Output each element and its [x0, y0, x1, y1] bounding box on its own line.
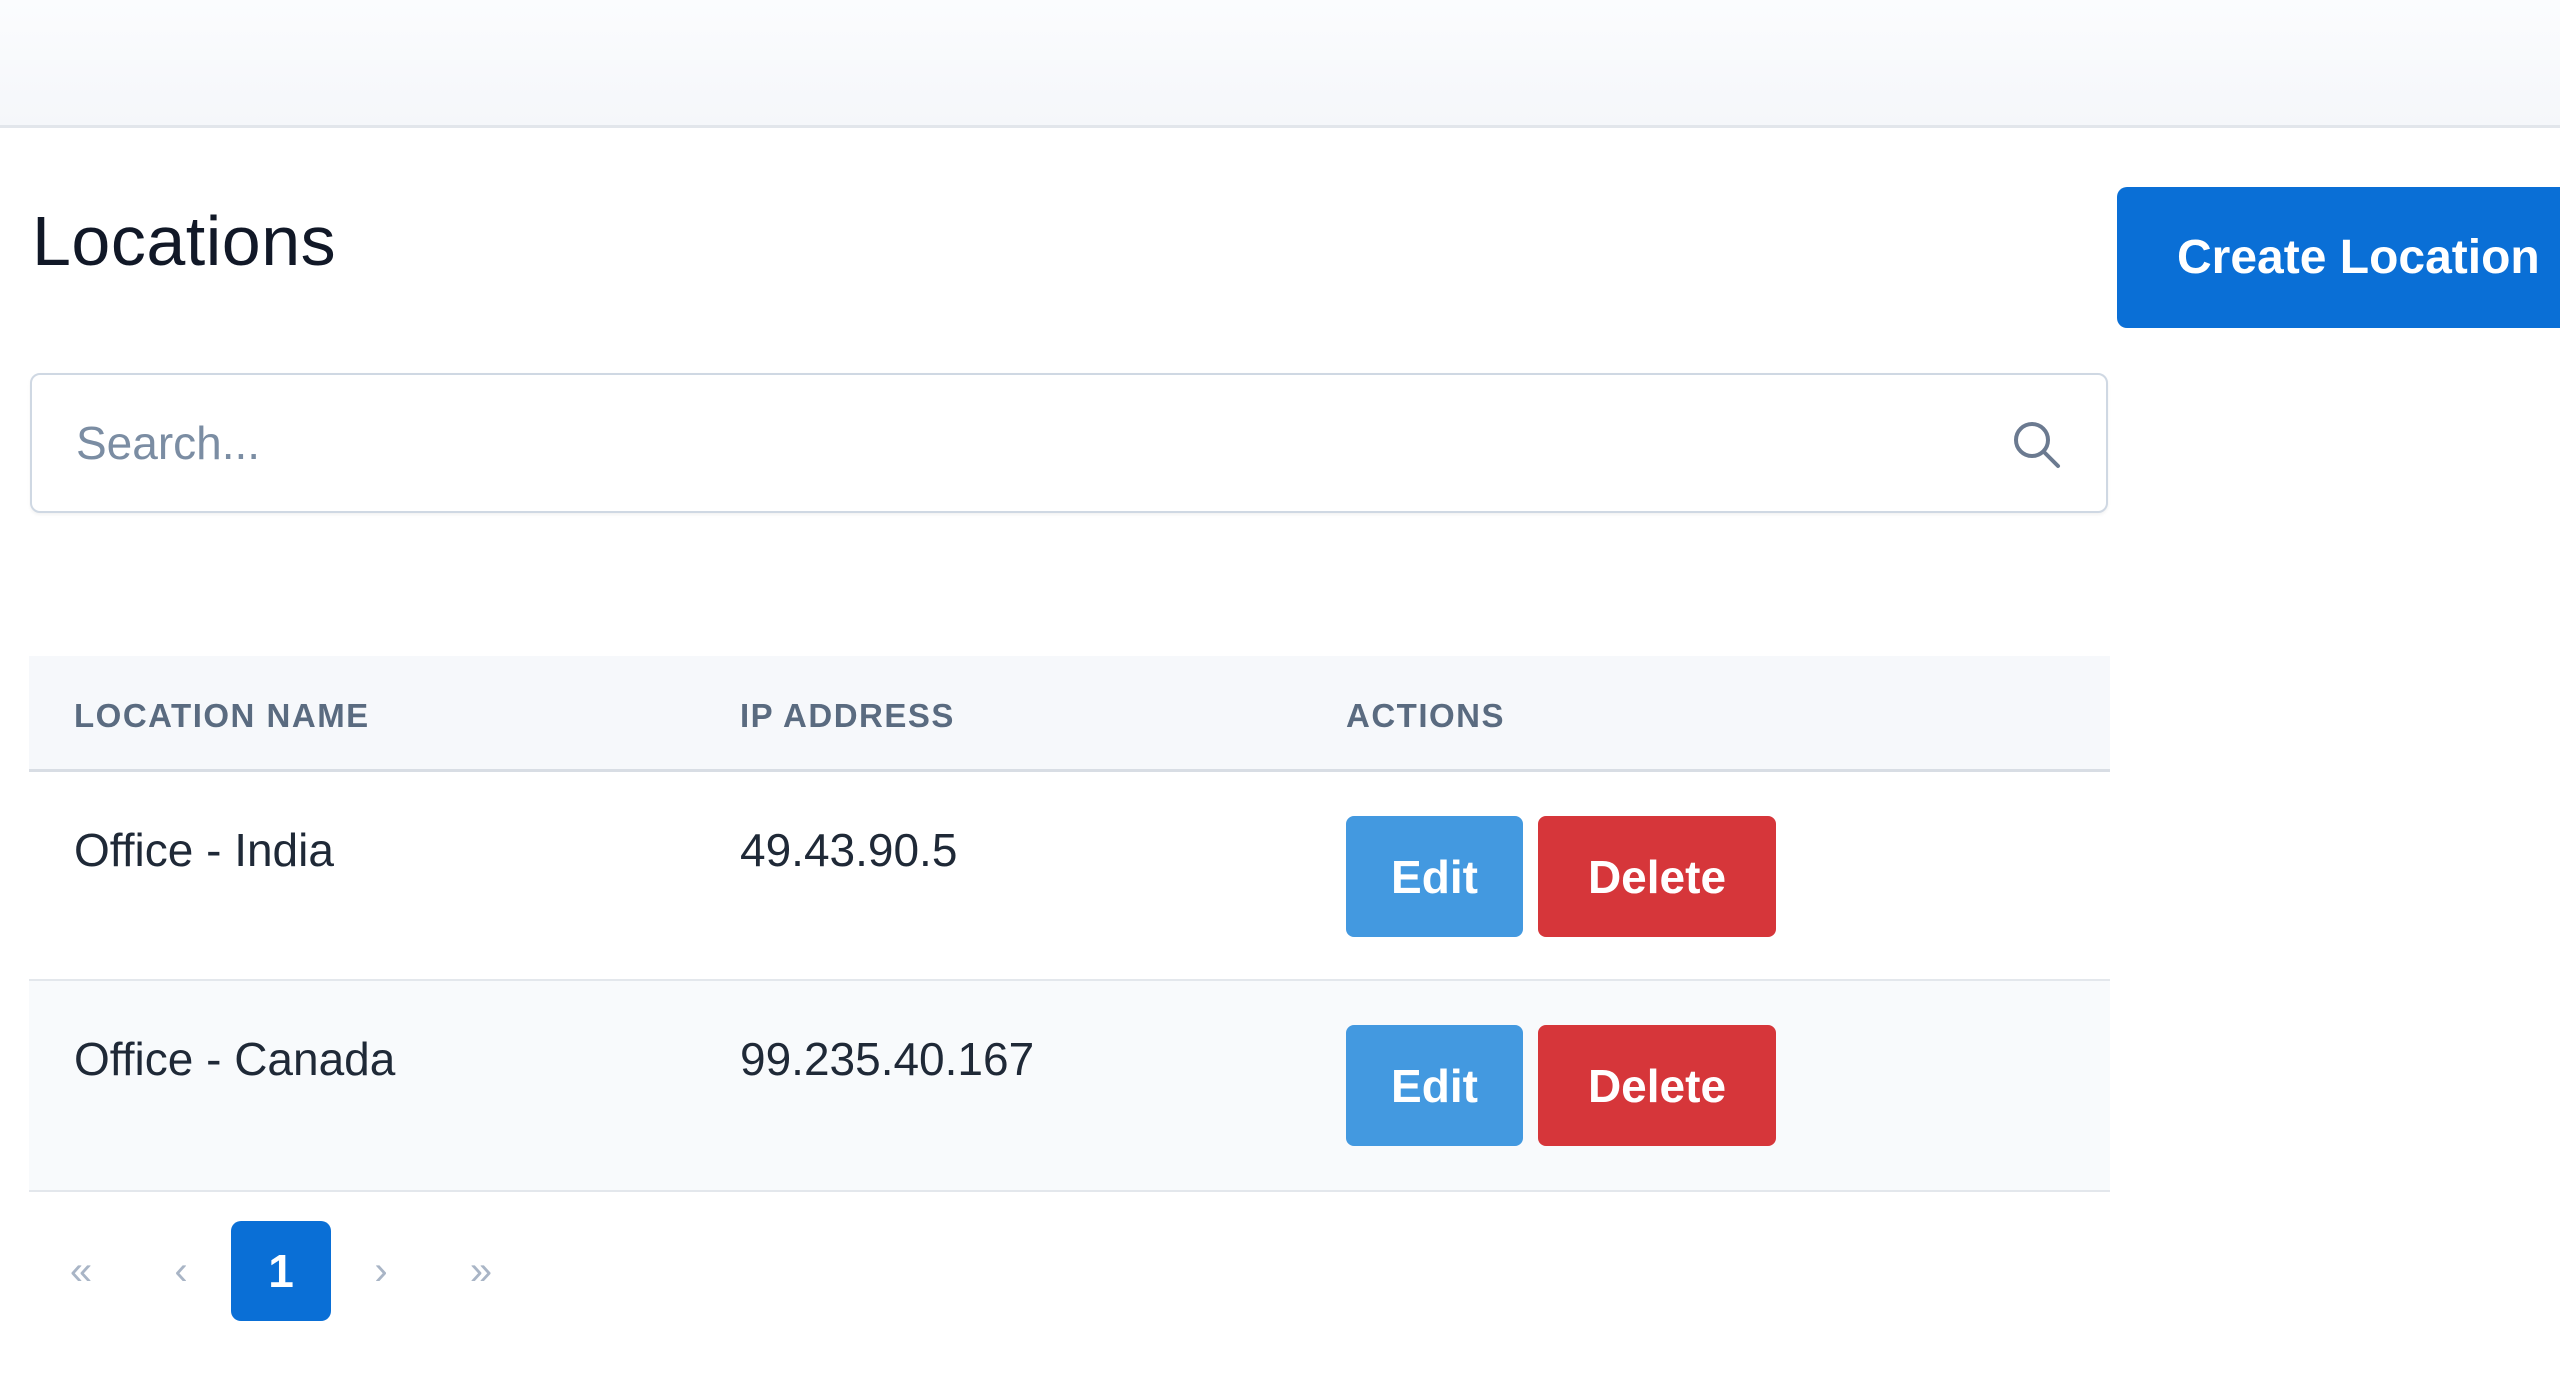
next-page-icon[interactable]: › [331, 1221, 431, 1321]
ip-address-cell: 49.43.90.5 [740, 824, 958, 876]
delete-button[interactable]: Delete [1538, 816, 1776, 937]
row-actions: Edit Delete [1346, 816, 1776, 937]
top-bar [0, 0, 2560, 128]
ip-address-cell: 99.235.40.167 [740, 1033, 1035, 1085]
table-header: LOCATION NAME IP ADDRESS ACTIONS [29, 656, 2110, 772]
column-header-ip-address: IP ADDRESS [740, 697, 955, 734]
search-icon[interactable] [2007, 415, 2067, 475]
table-row: Office - Canada 99.235.40.167 Edit Delet… [29, 981, 2110, 1192]
previous-page-icon[interactable]: ‹ [131, 1221, 231, 1321]
create-location-button[interactable]: Create Location [2117, 187, 2560, 328]
search-input[interactable] [76, 375, 1956, 511]
search-box [30, 373, 2108, 513]
page-title: Locations [32, 202, 337, 280]
location-name-cell: Office - India [74, 824, 334, 876]
last-page-icon[interactable]: » [431, 1221, 531, 1321]
row-actions: Edit Delete [1346, 1025, 1776, 1146]
edit-button[interactable]: Edit [1346, 816, 1523, 937]
edit-button[interactable]: Edit [1346, 1025, 1523, 1146]
column-header-location-name: LOCATION NAME [74, 697, 370, 734]
locations-table: LOCATION NAME IP ADDRESS ACTIONS Office … [29, 656, 2110, 1192]
delete-button[interactable]: Delete [1538, 1025, 1776, 1146]
first-page-icon[interactable]: « [31, 1221, 131, 1321]
pagination: « ‹ 1 › » [31, 1221, 531, 1321]
location-name-cell: Office - Canada [74, 1033, 396, 1085]
page-button-current[interactable]: 1 [231, 1221, 331, 1321]
column-header-actions: ACTIONS [1346, 697, 1505, 734]
table-row: Office - India 49.43.90.5 Edit Delete [29, 772, 2110, 981]
